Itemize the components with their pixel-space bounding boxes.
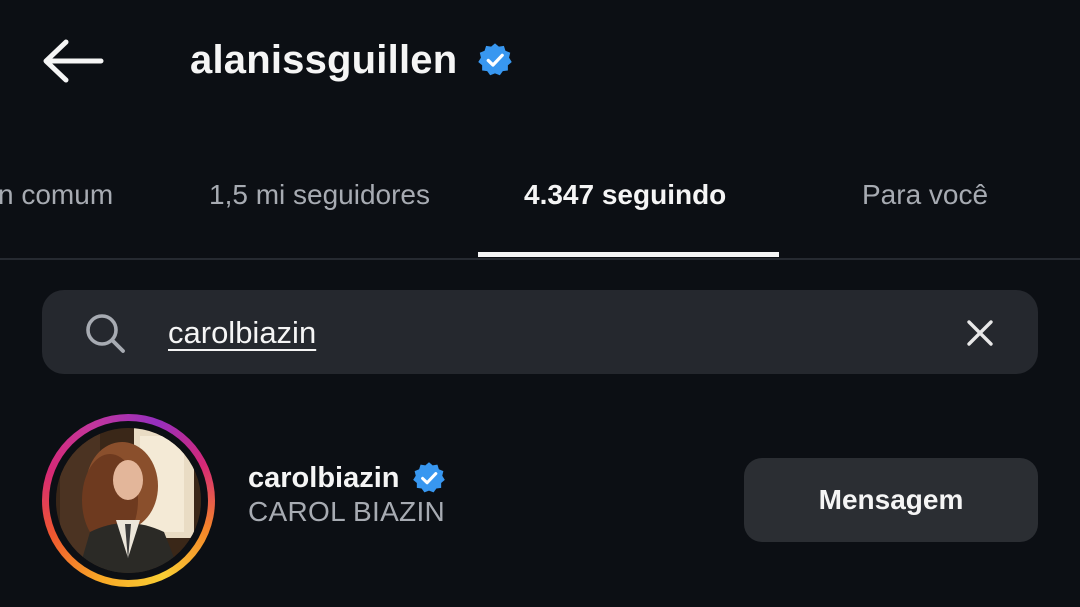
back-button[interactable] xyxy=(38,30,108,92)
tab-followers-label: 1,5 mi seguidores xyxy=(209,179,431,210)
profile-header: alanissguillen xyxy=(190,34,513,86)
search-icon xyxy=(86,314,125,353)
message-button[interactable]: Mensagem xyxy=(744,458,1038,542)
result-username[interactable]: carolbiazin xyxy=(248,462,400,495)
avatar[interactable] xyxy=(56,428,201,573)
avatar-image xyxy=(56,428,201,573)
tab-in-common-label: n comum xyxy=(0,179,114,210)
tab-in-common[interactable]: n comum xyxy=(0,160,113,230)
arrow-left-icon xyxy=(43,39,104,83)
following-search-screen: alanissguillen n comum 1,5 mi seguidores… xyxy=(0,0,1080,607)
tab-for-you-label: Para você xyxy=(862,179,989,210)
result-username-line: carolbiazin xyxy=(248,458,446,498)
tab-following[interactable]: 4.347 seguindo xyxy=(524,160,726,230)
result-full-name: CAROL BIAZIN xyxy=(248,496,446,527)
verified-badge-icon xyxy=(478,43,513,76)
tabs-divider xyxy=(0,258,1080,260)
clear-search-button[interactable] xyxy=(956,310,1004,356)
tab-following-label: 4.347 seguindo xyxy=(524,179,727,210)
tab-followers[interactable]: 1,5 mi seguidores xyxy=(209,160,430,230)
search-input[interactable] xyxy=(168,312,868,354)
active-tab-indicator xyxy=(478,252,779,257)
close-icon xyxy=(967,320,993,346)
verified-badge-icon xyxy=(412,462,445,493)
header-username: alanissguillen xyxy=(190,37,458,82)
tab-for-you[interactable]: Para você xyxy=(862,160,988,230)
follow-tabs: n comum 1,5 mi seguidores 4.347 seguindo… xyxy=(0,160,1080,260)
